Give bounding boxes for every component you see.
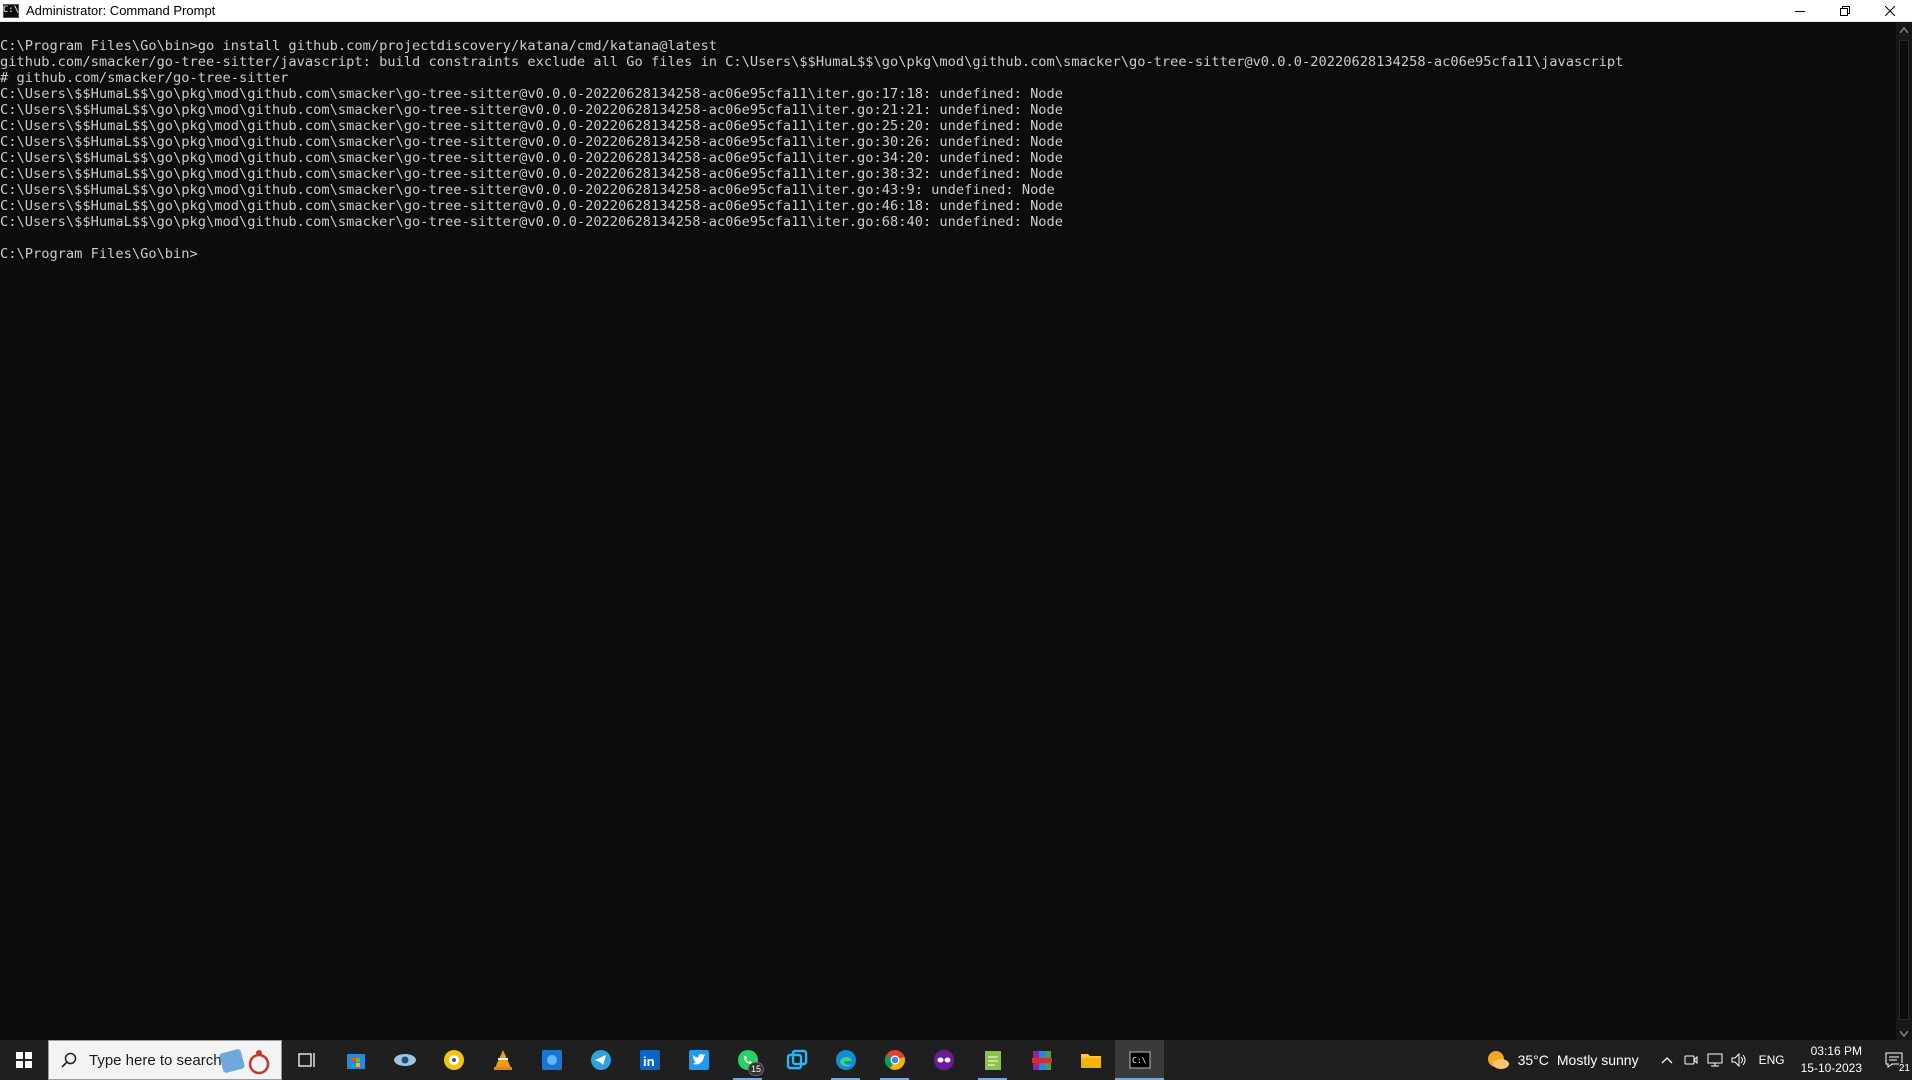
window-switch-icon	[786, 1049, 807, 1070]
microsoft-store-button[interactable]	[331, 1040, 380, 1080]
linkedin-icon: in	[639, 1050, 660, 1070]
system-tray: 35°C Mostly sunny ENG 03:16 PM 15-10-202…	[1486, 1040, 1912, 1080]
scroll-thumb[interactable]	[1899, 40, 1909, 1020]
volume-button[interactable]	[1727, 1040, 1751, 1080]
window-switch-button[interactable]	[772, 1040, 821, 1080]
chrome-button[interactable]	[870, 1040, 919, 1080]
console-line: C:\Users\$$HumaL$$\go\pkg\mod\github.com…	[0, 182, 1055, 198]
media-disc-button[interactable]	[429, 1040, 478, 1080]
linkedin-button[interactable]: in	[625, 1040, 674, 1080]
edge-icon	[835, 1050, 856, 1070]
scroll-up-button[interactable]	[1896, 22, 1912, 38]
speaker-icon	[1731, 1053, 1746, 1067]
restore-button[interactable]	[1822, 0, 1867, 22]
taskbar-search-box[interactable]: Type here to search	[48, 1040, 282, 1080]
twitter-button[interactable]	[674, 1040, 723, 1080]
eye-app-button[interactable]	[380, 1040, 429, 1080]
file-explorer-button[interactable]	[1066, 1040, 1115, 1080]
blue-app-icon	[541, 1050, 562, 1070]
task-view-icon	[297, 1053, 315, 1067]
console-line: C:\Users\$$HumaL$$\go\pkg\mod\github.com…	[0, 102, 1064, 118]
whatsapp-badge: 15	[748, 1062, 764, 1076]
eye-app-icon	[393, 1054, 416, 1066]
search-highlight-art	[219, 1047, 275, 1075]
console-line: C:\Users\$$HumaL$$\go\pkg\mod\github.com…	[0, 214, 1064, 230]
command-prompt-taskbar-button[interactable]: C:\	[1115, 1040, 1164, 1080]
title-bar[interactable]: C:\ Administrator: Command Prompt	[0, 0, 1912, 22]
telegram-button[interactable]	[576, 1040, 625, 1080]
window-controls	[1777, 0, 1912, 22]
notification-count: 21	[1898, 1063, 1910, 1074]
twitter-icon	[688, 1050, 709, 1070]
restore-icon	[1839, 6, 1850, 16]
notepad-icon	[984, 1051, 1001, 1070]
notifications-button[interactable]: 21	[1876, 1040, 1912, 1080]
close-icon	[1884, 6, 1895, 16]
console-line: C:\Program Files\Go\bin>	[0, 246, 198, 262]
winrar-button[interactable]	[1017, 1040, 1066, 1080]
mask-app-button[interactable]	[919, 1040, 968, 1080]
svg-text:C:\: C:\	[1132, 1056, 1147, 1065]
scroll-up-icon	[1900, 27, 1908, 33]
language-indicator[interactable]: ENG	[1759, 1053, 1785, 1067]
start-button[interactable]	[0, 1040, 48, 1080]
microsoft-store-icon	[346, 1054, 365, 1069]
console-line: C:\Users\$$HumaL$$\go\pkg\mod\github.com…	[0, 198, 1064, 214]
minimize-button[interactable]	[1777, 0, 1822, 22]
clock-time: 03:16 PM	[1810, 1044, 1862, 1058]
clock-date: 15-10-2023	[1800, 1061, 1862, 1075]
scroll-down-icon	[1900, 1031, 1908, 1037]
network-button[interactable]	[1703, 1040, 1727, 1080]
mask-app-icon	[933, 1050, 954, 1070]
winrar-icon	[1031, 1051, 1052, 1070]
command-prompt-icon: C:\	[1129, 1051, 1150, 1069]
chevron-up-icon	[1661, 1057, 1673, 1064]
console-line: # github.com/smacker/go-tree-sitter	[0, 70, 289, 86]
window-icon-text: C:\	[2, 5, 20, 15]
vlc-button[interactable]	[478, 1040, 527, 1080]
close-button[interactable]	[1867, 0, 1912, 22]
console-output[interactable]: C:\Program Files\Go\bin>go install githu…	[0, 22, 1896, 1042]
window-title: Administrator: Command Prompt	[26, 3, 216, 18]
search-placeholder: Type here to search	[89, 1051, 222, 1069]
console-line: C:\Users\$$HumaL$$\go\pkg\mod\github.com…	[0, 118, 1064, 134]
chrome-icon	[884, 1050, 905, 1070]
notepad-button[interactable]	[968, 1040, 1017, 1080]
console-line: C:\Users\$$HumaL$$\go\pkg\mod\github.com…	[0, 150, 1064, 166]
network-icon	[1707, 1053, 1723, 1067]
console-line: C:\Users\$$HumaL$$\go\pkg\mod\github.com…	[0, 86, 1064, 102]
search-highlight-icon	[219, 1049, 270, 1075]
search-icon	[61, 1052, 77, 1068]
media-disc-icon	[443, 1050, 464, 1070]
console-line: github.com/smacker/go-tree-sitter/javasc…	[0, 54, 1624, 70]
vertical-scrollbar[interactable]	[1896, 22, 1912, 1042]
console-line: C:\Users\$$HumaL$$\go\pkg\mod\github.com…	[0, 166, 1064, 182]
console-line: C:\Program Files\Go\bin>go install githu…	[0, 38, 717, 54]
weather-condition: Mostly sunny	[1556, 1052, 1639, 1068]
task-view-button[interactable]	[282, 1040, 331, 1080]
windows-logo-icon	[16, 1052, 32, 1068]
camera-icon	[1684, 1055, 1698, 1065]
vlc-icon	[493, 1050, 512, 1070]
command-prompt-window-icon[interactable]: C:\	[2, 3, 20, 18]
clock[interactable]: 03:16 PM 15-10-2023	[1801, 1043, 1862, 1077]
show-hidden-icons-button[interactable]	[1655, 1040, 1679, 1080]
taskbar: Type here to search in 15 C:\ 35°C Mostl…	[0, 1040, 1912, 1080]
svg-text:in: in	[643, 1054, 655, 1069]
weather-temperature: 35°C	[1517, 1052, 1549, 1068]
blue-app-button[interactable]	[527, 1040, 576, 1080]
console-line: C:\Users\$$HumaL$$\go\pkg\mod\github.com…	[0, 134, 1064, 150]
weather-widget[interactable]: 35°C Mostly sunny	[1486, 1049, 1639, 1071]
telegram-icon	[590, 1050, 611, 1070]
minimize-icon	[1794, 11, 1805, 12]
meet-now-button[interactable]	[1679, 1040, 1703, 1080]
whatsapp-button[interactable]: 15	[723, 1040, 772, 1080]
console-text[interactable]: C:\Program Files\Go\bin>go install githu…	[0, 22, 1896, 262]
edge-button[interactable]	[821, 1040, 870, 1080]
weather-sunny-icon	[1487, 1051, 1509, 1069]
file-explorer-icon	[1080, 1054, 1101, 1068]
